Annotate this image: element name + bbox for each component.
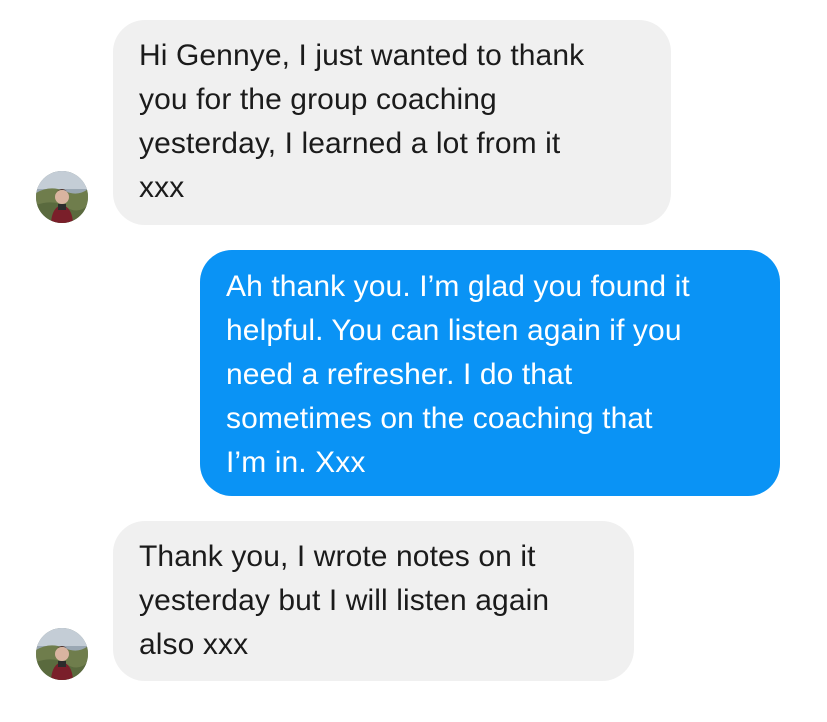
avatar-photo-icon	[36, 171, 88, 223]
outgoing-message-bubble[interactable]: Ah thank you. I’m glad you found it help…	[200, 250, 780, 496]
avatar-photo-icon	[36, 628, 88, 680]
incoming-message-bubble[interactable]: Thank you, I wrote notes on it yesterday…	[113, 521, 634, 681]
contact-avatar[interactable]	[36, 171, 88, 223]
incoming-message-bubble[interactable]: Hi Gennye, I just wanted to thank you fo…	[113, 20, 671, 225]
contact-avatar[interactable]	[36, 628, 88, 680]
